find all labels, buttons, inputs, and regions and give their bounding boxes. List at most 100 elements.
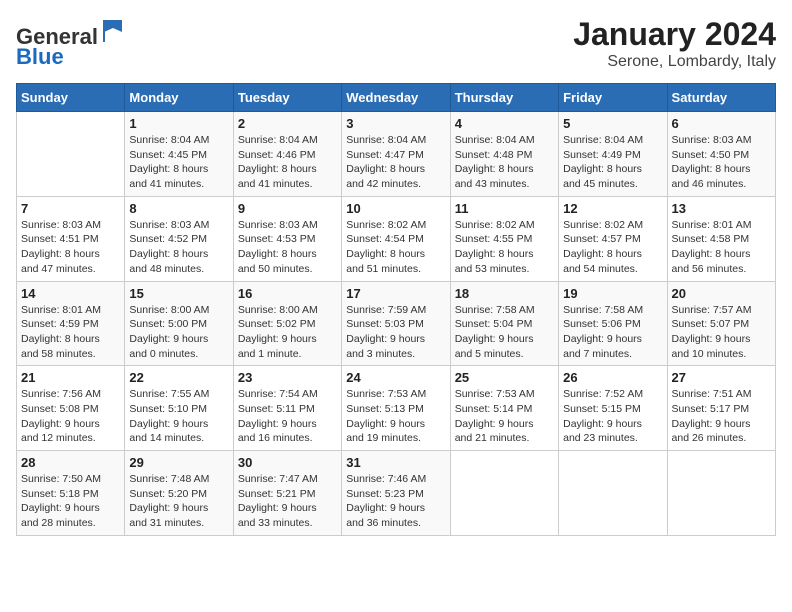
day-number: 2 [238, 116, 337, 131]
day-info: Sunrise: 8:02 AM Sunset: 4:54 PM Dayligh… [346, 218, 445, 277]
calendar-day-14: 14 Sunrise: 8:01 AM Sunset: 4:59 PM Dayli… [17, 281, 125, 366]
page-subtitle: Serone, Lombardy, Italy [573, 53, 776, 71]
calendar-day-17: 17 Sunrise: 7:59 AM Sunset: 5:03 PM Dayli… [342, 281, 450, 366]
calendar-day-22: 22 Sunrise: 7:55 AM Sunset: 5:10 PM Dayli… [125, 366, 233, 451]
calendar-week-row: 7 Sunrise: 8:03 AM Sunset: 4:51 PM Daylig… [17, 196, 776, 281]
day-number: 19 [563, 286, 662, 301]
day-number: 17 [346, 286, 445, 301]
day-info: Sunrise: 8:01 AM Sunset: 4:59 PM Dayligh… [21, 303, 120, 362]
day-info: Sunrise: 7:50 AM Sunset: 5:18 PM Dayligh… [21, 472, 120, 531]
day-number: 16 [238, 286, 337, 301]
day-info: Sunrise: 8:03 AM Sunset: 4:51 PM Dayligh… [21, 218, 120, 277]
calendar-week-row: 21 Sunrise: 7:56 AM Sunset: 5:08 PM Dayli… [17, 366, 776, 451]
title-block: January 2024 Serone, Lombardy, Italy [573, 16, 776, 71]
calendar-day-10: 10Sunrise: 8:02 AM Sunset: 4:54 PM Dayli… [342, 196, 450, 281]
day-info: Sunrise: 8:04 AM Sunset: 4:48 PM Dayligh… [455, 133, 554, 192]
day-number: 24 [346, 370, 445, 385]
calendar-empty-cell [450, 451, 558, 536]
day-number: 9 [238, 201, 337, 216]
weekday-header-sunday: Sunday [17, 84, 125, 112]
day-info: Sunrise: 7:58 AM Sunset: 5:06 PM Dayligh… [563, 303, 662, 362]
calendar-day-4: 4 Sunrise: 8:04 AM Sunset: 4:48 PM Daylig… [450, 112, 558, 197]
day-info: Sunrise: 7:55 AM Sunset: 5:10 PM Dayligh… [129, 387, 228, 446]
day-number: 11 [455, 201, 554, 216]
calendar-day-30: 30 Sunrise: 7:47 AM Sunset: 5:21 PM Dayli… [233, 451, 341, 536]
day-info: Sunrise: 8:04 AM Sunset: 4:47 PM Dayligh… [346, 133, 445, 192]
day-info: Sunrise: 8:03 AM Sunset: 4:50 PM Dayligh… [672, 133, 771, 192]
day-number: 4 [455, 116, 554, 131]
weekday-header-wednesday: Wednesday [342, 84, 450, 112]
calendar-day-20: 20 Sunrise: 7:57 AM Sunset: 5:07 PM Dayli… [667, 281, 775, 366]
day-number: 22 [129, 370, 228, 385]
day-number: 21 [21, 370, 120, 385]
calendar-week-row: 28Sunrise: 7:50 AM Sunset: 5:18 PM Dayli… [17, 451, 776, 536]
calendar-week-row: 14 Sunrise: 8:01 AM Sunset: 4:59 PM Dayli… [17, 281, 776, 366]
page-header: General Blue January 2024 Serone, Lombar… [16, 16, 776, 71]
day-number: 18 [455, 286, 554, 301]
calendar-day-8: 8Sunrise: 8:03 AM Sunset: 4:52 PM Daylig… [125, 196, 233, 281]
day-info: Sunrise: 7:47 AM Sunset: 5:21 PM Dayligh… [238, 472, 337, 531]
calendar-day-26: 26 Sunrise: 7:52 AM Sunset: 5:15 PM Dayli… [559, 366, 667, 451]
calendar-day-27: 27 Sunrise: 7:51 AM Sunset: 5:17 PM Dayli… [667, 366, 775, 451]
day-info: Sunrise: 7:46 AM Sunset: 5:23 PM Dayligh… [346, 472, 445, 531]
day-info: Sunrise: 7:48 AM Sunset: 5:20 PM Dayligh… [129, 472, 228, 531]
day-number: 26 [563, 370, 662, 385]
calendar-empty-cell [17, 112, 125, 197]
calendar-day-6: 6Sunrise: 8:03 AM Sunset: 4:50 PM Daylig… [667, 112, 775, 197]
calendar-day-15: 15 Sunrise: 8:00 AM Sunset: 5:00 PM Dayli… [125, 281, 233, 366]
logo-flag-icon [100, 16, 128, 44]
calendar-day-31: 31 Sunrise: 7:46 AM Sunset: 5:23 PM Dayli… [342, 451, 450, 536]
day-number: 20 [672, 286, 771, 301]
day-info: Sunrise: 8:04 AM Sunset: 4:46 PM Dayligh… [238, 133, 337, 192]
calendar-day-28: 28Sunrise: 7:50 AM Sunset: 5:18 PM Dayli… [17, 451, 125, 536]
day-info: Sunrise: 7:51 AM Sunset: 5:17 PM Dayligh… [672, 387, 771, 446]
day-info: Sunrise: 7:56 AM Sunset: 5:08 PM Dayligh… [21, 387, 120, 446]
day-number: 14 [21, 286, 120, 301]
day-number: 31 [346, 455, 445, 470]
day-number: 25 [455, 370, 554, 385]
day-info: Sunrise: 7:58 AM Sunset: 5:04 PM Dayligh… [455, 303, 554, 362]
day-info: Sunrise: 8:01 AM Sunset: 4:58 PM Dayligh… [672, 218, 771, 277]
day-number: 12 [563, 201, 662, 216]
day-info: Sunrise: 7:57 AM Sunset: 5:07 PM Dayligh… [672, 303, 771, 362]
calendar-empty-cell [559, 451, 667, 536]
day-number: 13 [672, 201, 771, 216]
weekday-header-tuesday: Tuesday [233, 84, 341, 112]
calendar-day-23: 23 Sunrise: 7:54 AM Sunset: 5:11 PM Dayli… [233, 366, 341, 451]
day-number: 27 [672, 370, 771, 385]
calendar-day-7: 7 Sunrise: 8:03 AM Sunset: 4:51 PM Daylig… [17, 196, 125, 281]
weekday-header-thursday: Thursday [450, 84, 558, 112]
calendar-day-18: 18 Sunrise: 7:58 AM Sunset: 5:04 PM Dayli… [450, 281, 558, 366]
day-info: Sunrise: 7:53 AM Sunset: 5:14 PM Dayligh… [455, 387, 554, 446]
day-info: Sunrise: 8:00 AM Sunset: 5:00 PM Dayligh… [129, 303, 228, 362]
calendar-empty-cell [667, 451, 775, 536]
calendar-day-24: 24Sunrise: 7:53 AM Sunset: 5:13 PM Dayli… [342, 366, 450, 451]
day-info: Sunrise: 8:00 AM Sunset: 5:02 PM Dayligh… [238, 303, 337, 362]
day-number: 7 [21, 201, 120, 216]
calendar-day-12: 12Sunrise: 8:02 AM Sunset: 4:57 PM Dayli… [559, 196, 667, 281]
day-number: 5 [563, 116, 662, 131]
weekday-header-saturday: Saturday [667, 84, 775, 112]
day-info: Sunrise: 8:03 AM Sunset: 4:53 PM Dayligh… [238, 218, 337, 277]
calendar-week-row: 1Sunrise: 8:04 AM Sunset: 4:45 PM Daylig… [17, 112, 776, 197]
day-number: 23 [238, 370, 337, 385]
day-number: 8 [129, 201, 228, 216]
calendar-day-21: 21 Sunrise: 7:56 AM Sunset: 5:08 PM Dayli… [17, 366, 125, 451]
day-number: 3 [346, 116, 445, 131]
day-info: Sunrise: 7:52 AM Sunset: 5:15 PM Dayligh… [563, 387, 662, 446]
day-number: 15 [129, 286, 228, 301]
calendar-table: SundayMondayTuesdayWednesdayThursdayFrid… [16, 83, 776, 536]
day-info: Sunrise: 7:59 AM Sunset: 5:03 PM Dayligh… [346, 303, 445, 362]
calendar-day-19: 19 Sunrise: 7:58 AM Sunset: 5:06 PM Dayli… [559, 281, 667, 366]
weekday-header-monday: Monday [125, 84, 233, 112]
calendar-day-1: 1Sunrise: 8:04 AM Sunset: 4:45 PM Daylig… [125, 112, 233, 197]
calendar-day-11: 11 Sunrise: 8:02 AM Sunset: 4:55 PM Dayli… [450, 196, 558, 281]
day-info: Sunrise: 8:04 AM Sunset: 4:49 PM Dayligh… [563, 133, 662, 192]
day-info: Sunrise: 8:02 AM Sunset: 4:55 PM Dayligh… [455, 218, 554, 277]
calendar-day-9: 9 Sunrise: 8:03 AM Sunset: 4:53 PM Daylig… [233, 196, 341, 281]
day-number: 30 [238, 455, 337, 470]
calendar-day-3: 3 Sunrise: 8:04 AM Sunset: 4:47 PM Daylig… [342, 112, 450, 197]
day-number: 29 [129, 455, 228, 470]
day-info: Sunrise: 7:54 AM Sunset: 5:11 PM Dayligh… [238, 387, 337, 446]
logo: General Blue [16, 16, 128, 69]
